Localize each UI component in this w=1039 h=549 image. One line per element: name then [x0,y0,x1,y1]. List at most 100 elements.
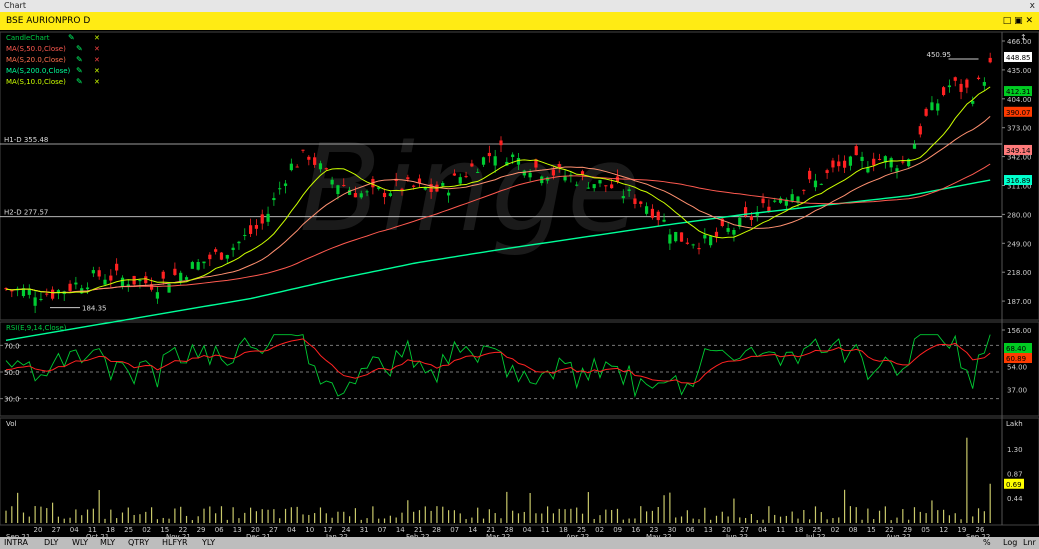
candle-body [586,187,590,189]
candle-body [854,146,858,156]
period-dly[interactable]: DLY [44,537,58,549]
scale-percent[interactable]: % [983,537,991,549]
period-hlfyr[interactable]: HLFYR [162,537,188,549]
candle-body [685,242,689,244]
close-icon[interactable]: x [1030,0,1035,12]
scale-lnr[interactable]: Lnr [1023,537,1036,549]
candle-body [901,161,905,163]
period-wly[interactable]: WLY [72,537,88,549]
candle-body [214,249,218,252]
x-day-tick: 02 [142,526,151,534]
period-bar: INTRA DLY WLY MLY QTRY HLFYR YLY% Log Lnr [0,537,1039,549]
x-day-tick: 11 [776,526,785,534]
chart-area[interactable]: Binge466.00435.00404.00373.00342.00311.0… [0,30,1039,537]
rsi-tick-label: 54.00 [1007,364,1027,372]
x-day-tick: 07 [450,526,459,534]
candle-body [91,270,95,274]
hline-label: H2-D 277.57 [4,209,48,217]
legend-ma-label: MA(S,50.0,Close) [6,45,66,53]
candle-body [813,180,818,188]
x-day-tick: 04 [287,526,296,534]
candle-body [278,188,282,190]
candle-body [202,261,206,264]
remove-icon: ✕ [94,56,100,64]
legend-ma-label: MA(S,20.0,Close) [6,56,66,64]
candle-body [266,213,270,222]
candle-body [604,185,608,187]
candle-body [912,144,917,149]
candle-body [499,140,503,146]
candle-body [639,201,643,204]
x-day-tick: 31 [360,526,369,534]
remove-icon: ✕ [94,34,100,42]
candle-body [703,234,707,239]
candle-body [959,83,963,92]
candle-body [155,292,160,299]
x-day-tick: 10 [305,526,314,534]
candle-body [470,163,474,167]
candle-body [33,297,37,306]
x-day-tick: 27 [52,526,61,534]
remove-icon: ✕ [94,45,100,53]
candle-body [825,170,829,174]
window-controls-icon[interactable]: □ ▣ ✕ [1003,12,1033,30]
x-day-tick: 29 [197,526,206,534]
x-day-tick: 28 [432,526,441,534]
edit-icon: ✎ [76,77,83,86]
legend-ma-label: MA(S,10.0,Close) [6,78,66,86]
candle-body [516,158,521,165]
scale-log[interactable]: Log [1003,537,1017,549]
candle-body [359,193,363,198]
x-day-tick: 14 [396,526,405,534]
candle-body [982,82,986,86]
low-label: 184.35 [82,305,107,313]
candle-body [650,208,655,218]
candle-body [481,157,486,165]
candle-body [842,160,847,168]
candle-body [709,236,713,246]
candle-body [68,283,72,291]
candle-body [575,184,579,186]
period-intra[interactable]: INTRA [4,537,28,549]
period-qtry[interactable]: QTRY [128,537,149,549]
candle-body [365,191,369,193]
edit-icon: ✎ [76,66,83,75]
x-day-tick: 05 [921,526,930,534]
candle-body [417,178,422,184]
candle-body [511,154,515,157]
candle-body [225,254,229,259]
candle-body [219,252,224,260]
candle-body [644,206,649,214]
candle-body [790,194,794,202]
period-yly[interactable]: YLY [202,537,215,549]
candle-body [761,198,765,204]
candle-body [39,298,43,300]
candle-body [808,170,812,180]
x-day-tick: 04 [523,526,532,534]
x-day-tick: 13 [704,526,713,534]
candle-body [621,196,625,199]
symbol-bar: BSE AURIONPRO D □ ▣ ✕ [0,12,1039,30]
remove-icon: ✕ [94,67,100,75]
candle-body [167,284,171,293]
candle-body [936,103,940,111]
candle-body [248,225,253,234]
x-day-tick: 16 [631,526,640,534]
x-day-tick: 04 [70,526,79,534]
candle-body [388,193,392,196]
candle-body [487,152,491,157]
candle-body [120,277,125,287]
x-day-tick: 04 [758,526,767,534]
candle-body [802,189,806,191]
candle-body [190,262,194,269]
edit-icon: ✎ [68,33,75,42]
candle-body [452,173,457,176]
candle-body [889,158,893,168]
candle-body [924,108,928,116]
candle-body [627,189,631,192]
period-mly[interactable]: MLY [100,537,115,549]
candle-body [208,254,212,260]
legend-candlechart-label: CandleChart [6,34,50,42]
x-day-tick: 09 [613,526,622,534]
x-day-tick: 02 [831,526,840,534]
